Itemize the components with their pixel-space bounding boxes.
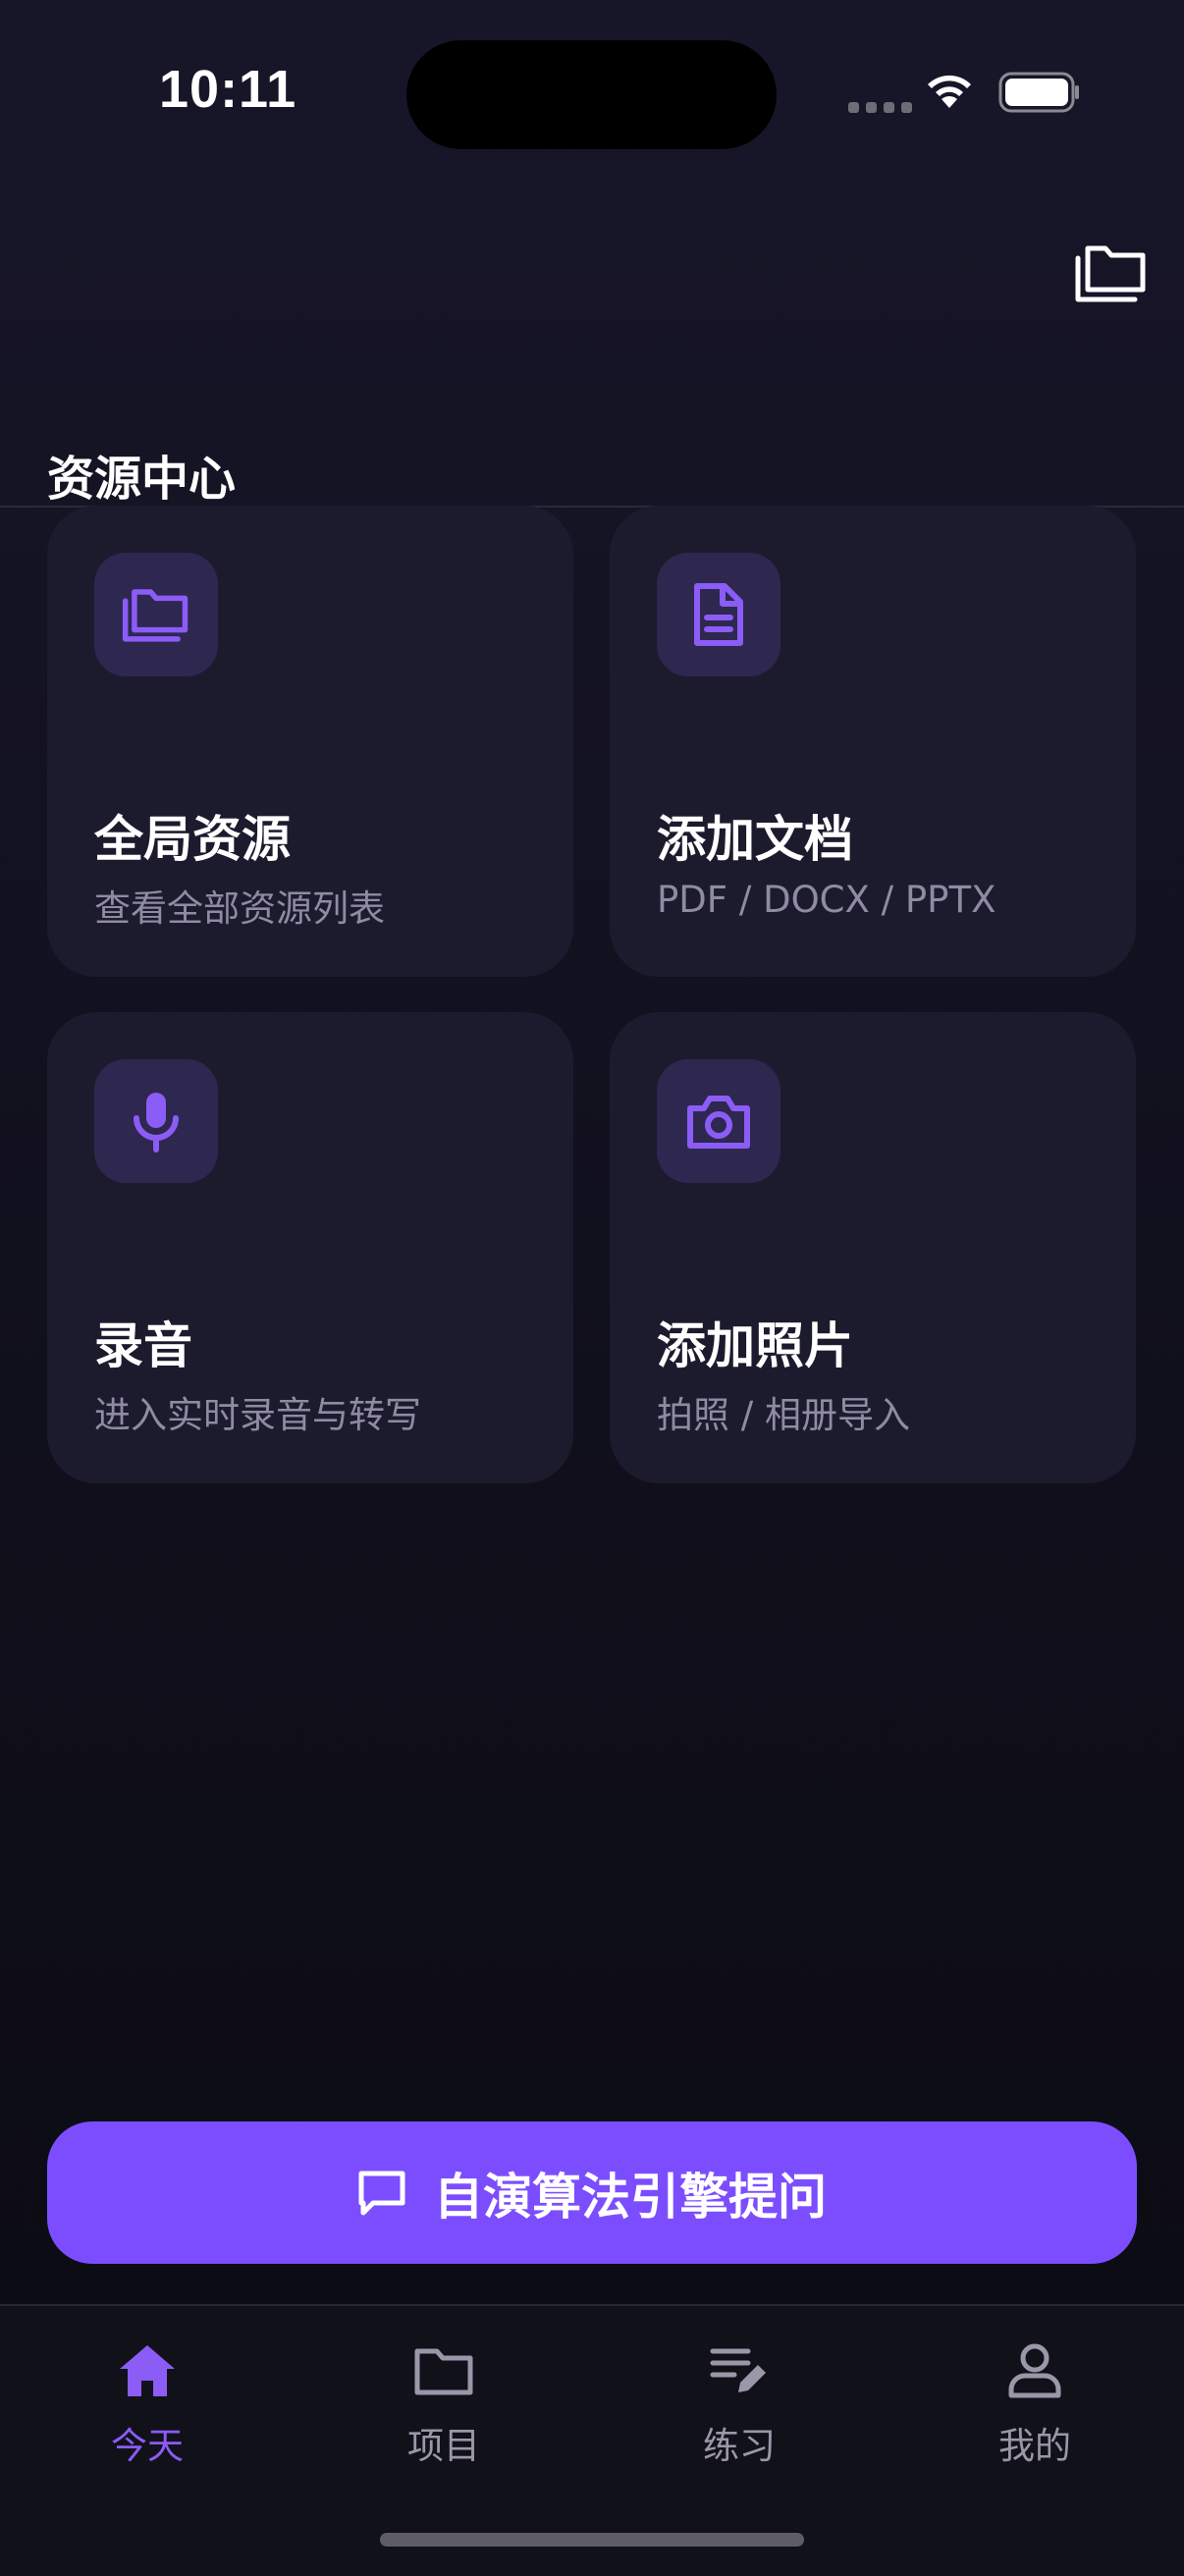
tab-label: 我的 (998, 2425, 1071, 2467)
microphone-icon (134, 1093, 179, 1153)
home-icon (120, 2345, 175, 2396)
section-title: 资源中心 (47, 452, 237, 507)
tab-label: 项目 (407, 2425, 480, 2467)
ask-button-label: 自演算法引擎提问 (434, 2168, 827, 2226)
tab-label: 今天 (111, 2425, 184, 2467)
card-recording[interactable]: 录音 进入实时录音与转写 (47, 1012, 573, 1483)
folders-icon[interactable] (1074, 241, 1149, 305)
card-add-photo[interactable]: 添加照片 拍照 / 相册导入 (610, 1012, 1136, 1483)
card-global-resources[interactable]: 全局资源 查看全部资源列表 (47, 506, 573, 977)
edit-list-icon (710, 2348, 766, 2392)
status-time: 10:11 (159, 60, 297, 119)
card-add-document[interactable]: 添加文档 PDF / DOCX / PPTX (610, 506, 1136, 977)
home-indicator (380, 2533, 804, 2547)
tab-label: 练习 (703, 2425, 776, 2467)
tab-today[interactable]: 今天 (49, 2335, 245, 2493)
card-subtitle: 进入实时录音与转写 (94, 1394, 421, 1436)
ask-engine-button[interactable]: 自演算法引擎提问 (47, 2121, 1137, 2264)
tab-me[interactable]: 我的 (937, 2335, 1133, 2493)
camera-icon (687, 1096, 750, 1149)
document-icon (694, 583, 743, 646)
status-bar: 10:11 (0, 0, 1184, 187)
wifi-icon (928, 75, 971, 108)
person-icon (1008, 2343, 1061, 2398)
card-subtitle: 拍照 / 相册导入 (657, 1394, 910, 1436)
card-title: 全局资源 (94, 811, 291, 868)
folders-icon (122, 589, 188, 642)
tab-projects[interactable]: 项目 (346, 2335, 542, 2493)
battery-icon (998, 72, 1079, 113)
card-title: 添加照片 (657, 1317, 853, 1374)
card-subtitle: 查看全部资源列表 (94, 887, 385, 930)
cellular-signal-icon (848, 102, 912, 113)
card-title: 录音 (94, 1317, 192, 1374)
folder-icon (414, 2348, 473, 2395)
tab-practice[interactable]: 练习 (641, 2335, 837, 2493)
dynamic-island (406, 40, 777, 149)
chat-bubble-icon (358, 2171, 405, 2215)
card-title: 添加文档 (657, 811, 853, 868)
card-subtitle: PDF / DOCX / PPTX (657, 879, 996, 921)
